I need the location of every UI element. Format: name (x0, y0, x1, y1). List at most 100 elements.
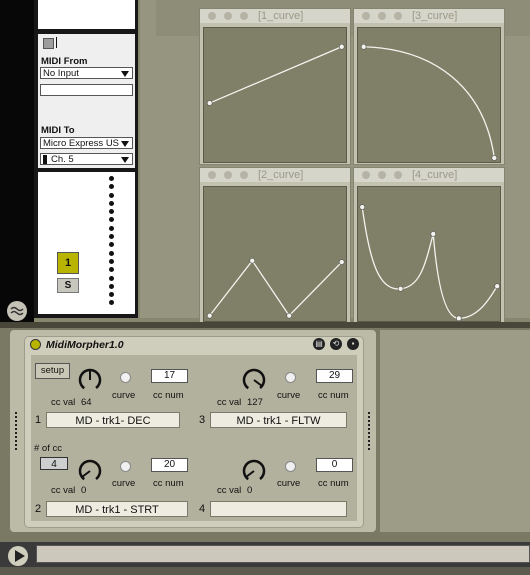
curve-breakpoint[interactable] (286, 312, 292, 319)
curve-line (209, 259, 343, 317)
window-minimize-icon[interactable] (378, 12, 386, 20)
window-title-bar[interactable]: [4_curve] (354, 168, 504, 182)
window-zoom-icon[interactable] (240, 12, 248, 20)
num-cc-input[interactable]: 4 (40, 457, 68, 470)
curve-breakpoint[interactable] (491, 155, 498, 161)
save-icon[interactable]: ▪ (347, 338, 359, 350)
hot-swap-icon[interactable]: ⟲ (330, 338, 342, 350)
left-grip-handle[interactable] (14, 412, 18, 452)
splitter-bar[interactable] (0, 322, 530, 328)
curve-breakpoint[interactable] (494, 283, 500, 289)
curve-graph[interactable] (204, 28, 346, 162)
curve-window-4[interactable]: [4_curve] (353, 167, 505, 324)
curve-breakpoint[interactable] (360, 43, 367, 50)
curve-editor[interactable] (357, 27, 501, 163)
status-bar-field[interactable] (36, 545, 530, 563)
curve-window-1[interactable]: [1_curve] (199, 8, 351, 165)
cc-val-label: cc val (217, 485, 242, 496)
cc-num-input-3[interactable]: 29 (316, 369, 353, 383)
curve-editor[interactable] (357, 186, 501, 322)
device-power-icon[interactable] (30, 339, 41, 350)
curve-breakpoint[interactable] (430, 231, 437, 237)
curve-label: curve (277, 478, 301, 489)
track-activator-button[interactable]: 1 (57, 252, 79, 274)
device-title: MidiMorpher1.0 (46, 339, 124, 351)
midi-from-channel-field[interactable] (40, 84, 133, 96)
curve-window-2[interactable]: [2_curve] (199, 167, 351, 324)
cc-val-knob-1[interactable] (77, 367, 103, 393)
cc-val-knob-4[interactable] (241, 458, 267, 484)
curve-graph[interactable] (204, 187, 346, 321)
cc-val-label: cc val (51, 397, 76, 408)
slot-index-4: 4 (199, 503, 206, 515)
meter-dot (109, 300, 114, 306)
curve-breakpoint[interactable] (359, 204, 366, 210)
curve-toggle-1[interactable] (120, 372, 131, 383)
window-close-icon[interactable] (208, 171, 216, 179)
device-title-bar[interactable]: MidiMorpher1.0 ▤ ⟲ ▪ (25, 337, 363, 353)
window-close-icon[interactable] (362, 12, 370, 20)
window-title-bar[interactable]: [2_curve] (200, 168, 350, 182)
window-close-icon[interactable] (362, 171, 370, 179)
window-minimize-icon[interactable] (224, 171, 232, 179)
slot-name-field-4[interactable] (210, 501, 347, 517)
cc-num-input-2[interactable]: 20 (151, 458, 188, 472)
curve-toggle-3[interactable] (285, 372, 296, 383)
cc-num-input-1[interactable]: 17 (151, 369, 188, 383)
curve-editor[interactable] (203, 27, 347, 163)
curve-graph[interactable] (358, 28, 500, 162)
slot-name-field-1[interactable]: MD - trk1- DEC (46, 412, 180, 428)
track-io-section: MIDI From No Input MIDI To Micro Express… (38, 34, 135, 168)
curve-label: curve (277, 390, 301, 401)
curve-breakpoint[interactable] (338, 43, 345, 50)
curve-window-3[interactable]: [3_curve] (353, 8, 505, 165)
window-minimize-icon[interactable] (224, 12, 232, 20)
curve-editor[interactable] (203, 186, 347, 322)
curve-breakpoint[interactable] (206, 312, 213, 319)
setup-button[interactable]: setup (35, 363, 70, 379)
chevron-down-icon (121, 141, 129, 147)
curve-line (361, 207, 498, 319)
window-minimize-icon[interactable] (378, 171, 386, 179)
window-title-bar[interactable]: [3_curve] (354, 9, 504, 23)
separator (56, 37, 57, 48)
meter-dot (109, 200, 114, 206)
cc-val-value-4: 0 (247, 485, 253, 496)
meter-dot (109, 225, 114, 231)
curve-breakpoint[interactable] (249, 257, 256, 264)
save-preset-icon[interactable]: ▤ (313, 338, 325, 350)
curve-breakpoint[interactable] (206, 100, 213, 106)
track-clip-slot[interactable] (38, 0, 135, 29)
track-io-toggle[interactable] (43, 38, 54, 49)
window-title: [4_curve] (412, 169, 458, 181)
cc-val-knob-2[interactable] (77, 458, 103, 484)
cc-num-label: cc num (153, 478, 184, 489)
midi-to-dropdown[interactable]: Micro Express US (40, 137, 133, 149)
midi-to-value: Micro Express US (43, 138, 120, 149)
cc-val-label: cc val (217, 397, 242, 408)
curve-toggle-2[interactable] (120, 461, 131, 472)
midi-to-channel-dropdown[interactable]: Ch. 5 (40, 153, 133, 165)
meter-dot (109, 234, 114, 240)
curve-graph[interactable] (358, 187, 500, 321)
window-zoom-icon[interactable] (240, 171, 248, 179)
slot-name-field-3[interactable]: MD - trk1 - FLTW (210, 412, 347, 428)
window-zoom-icon[interactable] (394, 171, 402, 179)
window-zoom-icon[interactable] (394, 12, 402, 20)
meter-dot (109, 258, 114, 264)
midi-to-label: MIDI To (41, 125, 75, 136)
window-title-bar[interactable]: [1_curve] (200, 9, 350, 23)
midi-from-dropdown[interactable]: No Input (40, 67, 133, 79)
window-close-icon[interactable] (208, 12, 216, 20)
cc-num-input-4[interactable]: 0 (316, 458, 353, 472)
cc-val-knob-3[interactable] (241, 367, 267, 393)
solo-button[interactable]: S (57, 278, 79, 293)
slot-name-field-2[interactable]: MD - trk1 - STRT (46, 501, 188, 517)
meter-dot (109, 250, 114, 256)
curve-breakpoint[interactable] (456, 315, 462, 321)
right-grip-handle[interactable] (367, 412, 371, 452)
curve-breakpoint[interactable] (338, 259, 345, 265)
curve-breakpoint[interactable] (397, 286, 404, 292)
wave-icon[interactable] (7, 301, 27, 321)
curve-toggle-4[interactable] (285, 461, 296, 472)
